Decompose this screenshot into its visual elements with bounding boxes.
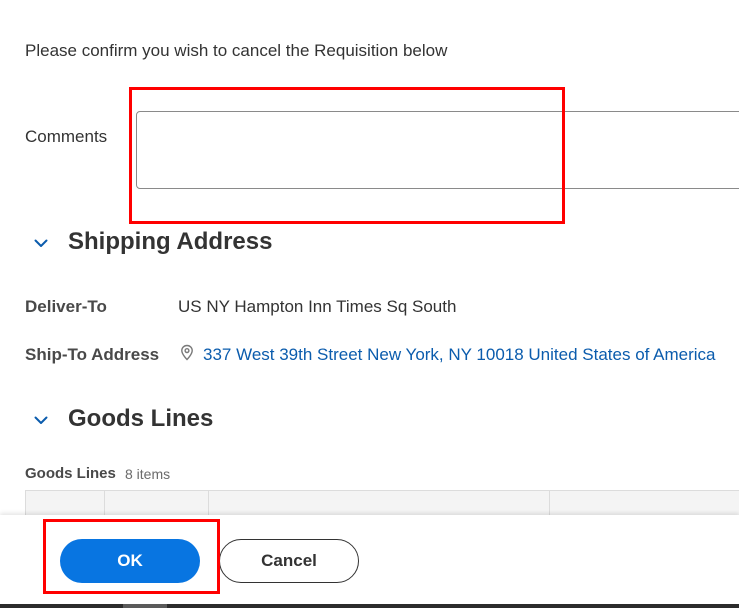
goods-lines-count: 8 items [125,466,171,482]
ok-button[interactable]: OK [60,539,200,583]
comments-input[interactable] [136,111,739,189]
goods-lines-toggle[interactable] [32,411,50,429]
bottom-bar [0,604,739,608]
goods-lines-title: Goods Lines [68,405,214,432]
deliver-to-value: US NY Hampton Inn Times Sq South [178,297,457,316]
chevron-down-icon [34,416,48,424]
column-divider [104,491,105,517]
goods-lines-table-header [25,490,739,517]
cancel-button[interactable]: Cancel [219,539,359,583]
shipping-address-title: Shipping Address [68,228,273,255]
chevron-down-icon [34,239,48,247]
ship-to-address-link[interactable]: 337 West 39th Street New York, NY 10018 … [203,345,716,365]
bottom-bar-segment [123,604,167,608]
column-divider [208,491,209,517]
confirmation-prompt: Please confirm you wish to cancel the Re… [25,41,448,60]
location-pin-icon [180,344,194,362]
ship-to-address-label: Ship-To Address [25,345,160,364]
deliver-to-label: Deliver-To [25,297,107,316]
shipping-address-toggle[interactable] [32,234,50,252]
goods-lines-table-label: Goods Lines [25,465,116,482]
comments-label: Comments [25,127,108,146]
column-divider [549,491,550,517]
